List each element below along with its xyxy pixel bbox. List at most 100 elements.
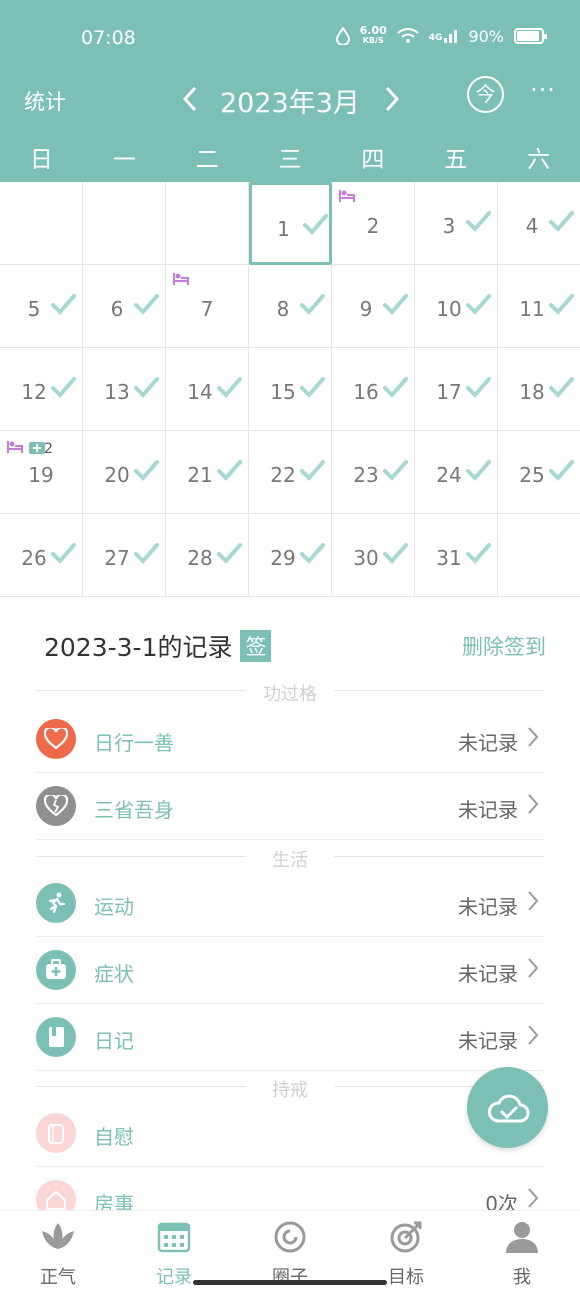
status-time: 07:08 — [81, 27, 136, 49]
row-label: 日行一善 — [94, 731, 174, 755]
bed-icon — [7, 441, 23, 453]
check-icon — [303, 214, 328, 235]
section-title: 功过格 — [263, 684, 317, 705]
row-label: 运动 — [94, 895, 134, 919]
battery-icon — [514, 28, 547, 44]
calendar-icon — [157, 1222, 191, 1253]
row-value: 未记录 — [458, 895, 518, 919]
check-icon — [466, 543, 491, 564]
current-month[interactable]: 2023年3月 — [220, 81, 360, 120]
weekday-label: 六 — [527, 147, 551, 173]
row-good-deed[interactable]: 日行一善 未记录 — [36, 706, 544, 773]
sign-badge: 签 — [240, 630, 272, 662]
signal-indicator: 4G — [429, 29, 459, 43]
tab-label: 圈子 — [272, 1267, 308, 1288]
tab-zhengqi[interactable]: 正气 — [0, 1211, 116, 1289]
bed-icon — [339, 190, 355, 202]
check-icon — [549, 294, 574, 315]
calendar-empty-cell — [166, 182, 249, 265]
tab-label: 正气 — [40, 1267, 76, 1288]
more-menu-button[interactable]: ··· — [530, 76, 556, 104]
next-month-button[interactable] — [377, 80, 407, 119]
target-icon — [390, 1221, 422, 1253]
day-event-icons — [338, 188, 356, 204]
calendar-day-cell[interactable]: 31 — [415, 514, 498, 597]
weekday-label: 五 — [444, 147, 468, 173]
day-event-icons: 2 — [6, 437, 53, 457]
record-title: 2023-3-1的记录 签 — [44, 628, 272, 664]
check-icon — [549, 460, 574, 481]
chevron-right-icon — [528, 958, 539, 978]
row-value: 未记录 — [458, 731, 518, 755]
signal-icon — [444, 30, 458, 43]
cloud-sync-button[interactable] — [467, 1067, 548, 1148]
section-divider-merit: 功过格 — [36, 680, 544, 705]
net-speed: 6.00 KB/S — [359, 24, 387, 45]
calendar-empty-cell — [83, 182, 166, 265]
row-diary[interactable]: 日记 未记录 — [36, 1004, 544, 1071]
check-icon — [549, 211, 574, 232]
drop-icon — [335, 27, 350, 45]
section-title: 生活 — [272, 850, 308, 871]
chevron-right-icon — [528, 1025, 539, 1045]
weekday-label: 三 — [278, 147, 302, 173]
chevron-right-icon — [528, 891, 539, 911]
calendar-day-cell[interactable]: 25 — [498, 431, 580, 514]
chevron-right-icon — [385, 86, 400, 112]
calendar-empty-cell — [0, 182, 83, 265]
today-button[interactable]: 今 — [467, 76, 504, 113]
tab-label: 我 — [513, 1267, 531, 1288]
broken-heart-icon — [36, 786, 76, 826]
day-event-icons — [172, 271, 190, 287]
month-nav: 统计 2023年3月 今 ··· — [0, 76, 580, 120]
tab-record[interactable]: 记录 — [116, 1211, 232, 1289]
calendar-day-cell[interactable]: 1 — [249, 182, 332, 265]
lotus-icon — [42, 1223, 74, 1249]
row-label: 症状 — [94, 962, 134, 986]
heart-icon — [36, 719, 76, 759]
calendar-grid: 1 2 3 4 5 6 7 8 9 10 11 12 13 14 15 16 17 18 2 19 20 21 22 23 24… — [0, 182, 580, 598]
bottom-tab-bar: 正气 记录 圈子 目标 我 — [0, 1210, 580, 1289]
weekday-label: 日 — [29, 147, 53, 173]
chevron-right-icon — [528, 727, 539, 747]
row-value: 未记录 — [458, 1029, 518, 1053]
section-divider-precept: 持戒 — [36, 1076, 544, 1101]
stats-button[interactable]: 统计 — [24, 86, 66, 116]
calendar-day-cell[interactable]: 18 — [498, 348, 580, 431]
bed-icon — [173, 273, 189, 285]
row-label: 日记 — [94, 1029, 134, 1053]
delete-sign-button[interactable]: 删除签到 — [462, 631, 546, 661]
tab-circle[interactable]: 圈子 — [232, 1211, 348, 1289]
record-date-title: 2023-3-1的记录 — [44, 633, 233, 662]
weekday-label: 四 — [361, 147, 385, 173]
status-right: 6.00 KB/S 4G 90% — [335, 24, 547, 46]
check-icon — [549, 377, 574, 398]
diary-icon — [36, 1017, 76, 1057]
calendar-empty-cell — [498, 514, 580, 597]
row-value: 未记录 — [458, 962, 518, 986]
running-icon — [36, 883, 76, 923]
row-reflect[interactable]: 三省吾身 未记录 — [36, 773, 544, 840]
chevron-right-icon — [528, 794, 539, 814]
tab-me[interactable]: 我 — [464, 1211, 580, 1289]
prev-month-button[interactable] — [175, 80, 205, 119]
section-divider-life: 生活 — [36, 846, 544, 871]
row-symptom[interactable]: 症状 未记录 — [36, 937, 544, 1004]
calendar-day-cell[interactable]: 11 — [498, 265, 580, 348]
weekday-label: 一 — [112, 147, 136, 173]
row-label: 自慰 — [94, 1125, 134, 1149]
calendar-day-cell[interactable]: 6 — [83, 265, 166, 348]
circle-icon — [274, 1221, 306, 1253]
status-bar: 07:08 6.00 KB/S 4G 90% — [0, 0, 580, 76]
tab-label: 记录 — [156, 1267, 192, 1288]
cloud-check-icon — [487, 1094, 529, 1122]
tab-label: 目标 — [388, 1267, 424, 1288]
row-label: 三省吾身 — [94, 798, 174, 822]
tab-goal[interactable]: 目标 — [348, 1211, 464, 1289]
chevron-left-icon — [182, 86, 197, 112]
calendar-day-cell[interactable]: 4 — [498, 182, 580, 265]
row-exercise[interactable]: 运动 未记录 — [36, 870, 544, 937]
medkit-icon — [36, 950, 76, 990]
wifi-icon — [397, 28, 419, 43]
row-value: 未记录 — [458, 798, 518, 822]
